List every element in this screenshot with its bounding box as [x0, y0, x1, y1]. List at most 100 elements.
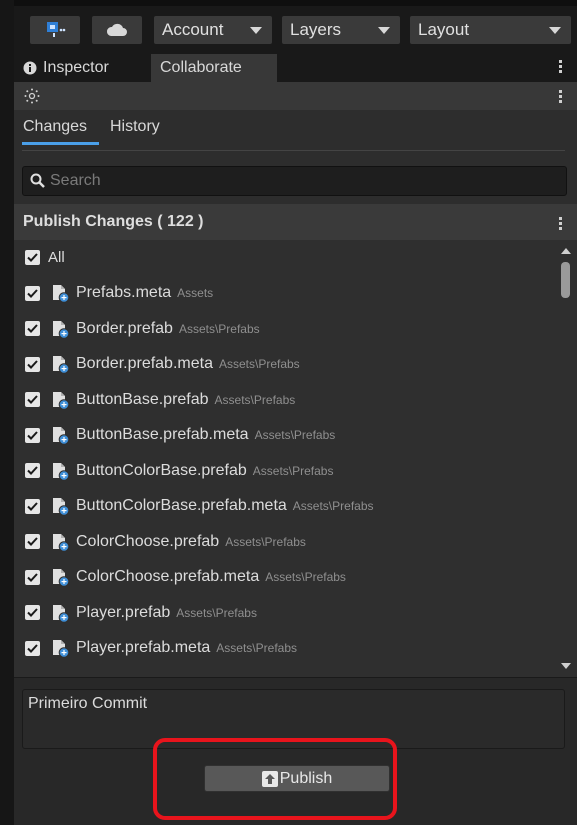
file-added-icon	[53, 640, 70, 659]
file-path: Assets\Prefabs	[178, 321, 260, 336]
checkbox[interactable]	[25, 463, 40, 479]
file-name: ButtonColorBase.prefab	[76, 461, 247, 479]
tab-bar: Inspector Collaborate	[14, 52, 577, 82]
divider	[14, 677, 577, 678]
file-path: Assets\Prefabs	[254, 428, 336, 443]
checkbox[interactable]	[25, 534, 40, 550]
list-item[interactable]: ButtonBase.prefab.meta Assets\Prefabs	[14, 418, 577, 454]
publish-highlight-annotation	[153, 738, 397, 820]
checkbox[interactable]	[25, 392, 40, 408]
checkbox[interactable]	[25, 569, 40, 585]
cloud-icon	[106, 23, 127, 36]
tab-menu-icon[interactable]	[559, 58, 563, 75]
checkbox[interactable]	[25, 285, 40, 301]
list-item[interactable]: ButtonColorBase.prefab Assets\Prefabs	[14, 453, 577, 489]
subtab-area: Changes History Search	[14, 110, 577, 204]
subtab-active-indicator	[22, 142, 99, 145]
file-name: Player.prefab.meta	[76, 639, 211, 657]
check-icon	[27, 502, 38, 511]
left-edge	[0, 0, 14, 825]
file-name: Border.prefab	[76, 319, 173, 337]
list-item[interactable]: Border.prefab Assets\Prefabs	[14, 311, 577, 347]
toolbar: Account Layers Layout	[14, 6, 577, 52]
chevron-down-icon	[549, 26, 561, 34]
collaborate-panel: Inspector Collaborate Changes History Se…	[14, 52, 577, 825]
check-icon	[27, 644, 38, 653]
checkbox[interactable]	[25, 605, 40, 621]
file-name: Player.prefab	[76, 603, 171, 621]
cloud-button[interactable]	[92, 16, 142, 44]
layout-label: Layout	[418, 20, 470, 39]
file-name: ButtonColorBase.prefab.meta	[76, 497, 287, 515]
search-field[interactable]: Search	[22, 166, 567, 196]
file-name: Prefabs.meta	[76, 284, 172, 302]
scroll-up-icon[interactable]	[561, 248, 571, 254]
account-dropdown[interactable]: Account	[154, 16, 272, 44]
file-added-icon	[53, 391, 70, 410]
collaborate-toolbar-button[interactable]	[30, 16, 80, 44]
list-item[interactable]: Player.prefab.meta Assets\Prefabs	[14, 631, 577, 667]
file-added-icon	[53, 569, 70, 588]
list-item[interactable]: Player.prefab Assets\Prefabs	[14, 595, 577, 631]
tab-inspector-label: Inspector	[43, 59, 109, 76]
file-added-icon	[53, 533, 70, 552]
checkbox[interactable]	[25, 427, 40, 443]
scroll-down-icon[interactable]	[561, 663, 571, 669]
file-path: Assets\Prefabs	[265, 570, 346, 585]
panel-menu-icon[interactable]	[559, 88, 563, 105]
publish-changes-header: Publish Changes ( 122 )	[14, 204, 577, 240]
file-name: ColorChoose.prefab	[76, 532, 220, 550]
layout-dropdown[interactable]: Layout	[410, 16, 571, 44]
check-icon	[27, 360, 38, 369]
account-label: Account	[162, 20, 224, 39]
file-added-icon	[53, 604, 70, 623]
list-item[interactable]: ColorChoose.prefab.meta Assets\Prefabs	[14, 560, 577, 596]
check-icon	[27, 608, 38, 618]
tab-collaborate-label: Collaborate	[160, 59, 242, 76]
list-scrollbar[interactable]	[555, 240, 577, 677]
tab-collaborate[interactable]: Collaborate	[151, 54, 277, 82]
file-path: Assets\Prefabs	[176, 605, 257, 620]
file-added-icon	[53, 356, 70, 375]
subtab-history[interactable]: History	[110, 118, 160, 136]
layers-label: Layers	[290, 20, 342, 39]
subtab-divider	[22, 150, 565, 151]
check-icon	[27, 395, 38, 405]
publish-changes-title: Publish Changes ( 122 )	[23, 213, 204, 230]
file-added-icon	[53, 427, 70, 446]
list-item[interactable]: ButtonBase.prefab Assets\Prefabs	[14, 382, 577, 418]
file-added-icon	[53, 285, 70, 304]
info-icon	[23, 61, 37, 75]
file-path: Assets\Prefabs	[218, 357, 300, 372]
checkbox[interactable]	[25, 356, 40, 372]
scrollbar-thumb[interactable]	[561, 262, 570, 298]
checkbox[interactable]	[25, 640, 40, 656]
file-name: ColorChoose.prefab.meta	[76, 568, 260, 586]
search-placeholder: Search	[50, 172, 101, 189]
checkbox[interactable]	[25, 321, 40, 337]
chevron-down-icon	[250, 26, 262, 34]
checkbox[interactable]	[25, 498, 40, 514]
file-path: Assets\Prefabs	[214, 392, 296, 407]
subtab-changes[interactable]: Changes	[23, 118, 87, 136]
chevron-down-icon	[378, 26, 390, 34]
list-item[interactable]: ButtonColorBase.prefab.meta Assets\Prefa…	[14, 489, 577, 525]
tab-inspector[interactable]: Inspector	[14, 54, 150, 82]
all-label: All	[48, 249, 65, 267]
list-item[interactable]: Prefabs.meta Assets	[14, 276, 577, 312]
publish-changes-menu-icon[interactable]	[559, 215, 563, 232]
loading-spinner-icon	[24, 88, 40, 104]
file-added-icon	[53, 498, 70, 517]
changes-list: All Prefabs.meta Assets Border.prefab As…	[14, 240, 577, 677]
list-item-all[interactable]: All	[14, 240, 577, 276]
list-item[interactable]: ColorChoose.prefab Assets\Prefabs	[14, 524, 577, 560]
layers-dropdown[interactable]: Layers	[282, 16, 400, 44]
file-path: Assets\Prefabs	[252, 463, 334, 478]
checkbox-all[interactable]	[25, 250, 40, 266]
file-path: Assets\Prefabs	[225, 534, 306, 549]
search-icon	[30, 173, 45, 188]
panel-header-strip	[14, 82, 577, 110]
list-item[interactable]: Border.prefab.meta Assets\Prefabs	[14, 347, 577, 383]
check-icon	[27, 253, 38, 263]
file-path: Assets\Prefabs	[216, 641, 297, 656]
